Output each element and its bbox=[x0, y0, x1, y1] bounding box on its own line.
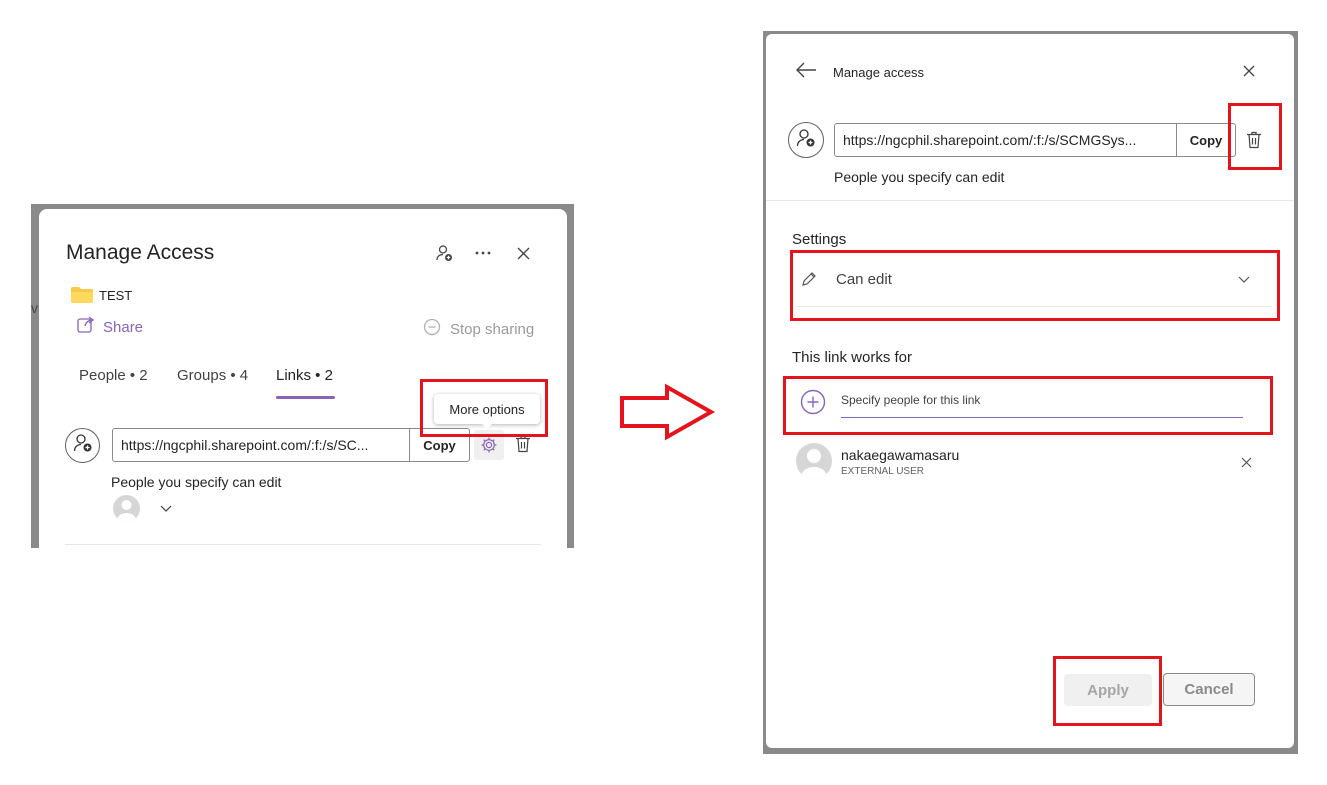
chevron-down-icon[interactable] bbox=[159, 502, 173, 514]
apply-button[interactable]: Apply bbox=[1064, 674, 1152, 706]
tab-groups[interactable]: Groups • 4 bbox=[177, 367, 248, 384]
specify-input-underline bbox=[841, 417, 1243, 418]
specify-people-input[interactable]: Specify people for this link bbox=[841, 393, 980, 407]
remove-user-close-icon[interactable] bbox=[1238, 454, 1254, 470]
user-name: nakaegawamasaru bbox=[841, 447, 960, 463]
link-works-for-heading: This link works for bbox=[792, 349, 913, 366]
more-options-tooltip: More options bbox=[434, 394, 540, 424]
back-arrow-icon[interactable] bbox=[794, 60, 818, 80]
add-circle-icon[interactable] bbox=[800, 389, 826, 415]
user-avatar bbox=[113, 495, 140, 522]
close-icon[interactable] bbox=[1240, 62, 1258, 80]
panel-title: Manage access bbox=[833, 65, 925, 80]
link-url-text: https://ngcphil.sharepoint.com/:f:/s/SCM… bbox=[843, 132, 1137, 148]
link-avatar bbox=[788, 122, 824, 158]
link-url-field[interactable]: https://ngcphil.sharepoint.com/:f:/s/SC.… bbox=[112, 428, 470, 462]
stop-sharing-button[interactable]: Stop sharing bbox=[423, 318, 534, 341]
add-person-icon[interactable] bbox=[433, 242, 455, 264]
active-tab-indicator bbox=[276, 396, 335, 399]
user-role: EXTERNAL USER bbox=[841, 466, 924, 477]
share-label: Share bbox=[103, 318, 144, 336]
minus-circle-icon bbox=[423, 318, 441, 341]
stop-sharing-label: Stop sharing bbox=[450, 321, 535, 338]
dialog-title: Manage Access bbox=[66, 241, 215, 264]
settings-divider bbox=[796, 306, 1272, 307]
chevron-down-icon bbox=[1238, 270, 1250, 288]
delete-link-trash-icon[interactable] bbox=[1244, 129, 1264, 151]
copy-button[interactable]: Copy bbox=[409, 429, 469, 461]
share-button[interactable]: Share bbox=[77, 316, 143, 338]
right-arrow-icon bbox=[620, 383, 716, 441]
settings-heading: Settings bbox=[792, 231, 847, 248]
copy-button[interactable]: Copy bbox=[1176, 124, 1235, 156]
permission-value: Can edit bbox=[836, 270, 892, 288]
link-url-field[interactable]: https://ngcphil.sharepoint.com/:f:/s/SCM… bbox=[834, 123, 1236, 157]
background-cut-text: v bbox=[31, 300, 38, 316]
header-divider bbox=[766, 200, 1294, 201]
more-icon[interactable] bbox=[472, 242, 494, 264]
link-url-text: https://ngcphil.sharepoint.com/:f:/s/SC.… bbox=[121, 437, 369, 453]
delete-link-trash-icon[interactable] bbox=[513, 433, 533, 455]
person-add-icon bbox=[796, 128, 816, 153]
permission-dropdown[interactable]: Can edit bbox=[796, 262, 1268, 296]
folder-name: TEST bbox=[99, 288, 133, 303]
link-avatar bbox=[65, 428, 100, 463]
person-add-icon bbox=[73, 433, 93, 458]
cancel-button[interactable]: Cancel bbox=[1163, 673, 1255, 706]
tooltip-pointer bbox=[481, 423, 493, 429]
pencil-icon bbox=[796, 271, 822, 287]
user-avatar bbox=[796, 443, 832, 479]
link-settings-gear-icon[interactable] bbox=[474, 430, 504, 460]
link-description: People you specify can edit bbox=[834, 169, 1005, 185]
link-description: People you specify can edit bbox=[111, 474, 282, 490]
share-icon bbox=[77, 316, 95, 338]
folder-icon bbox=[71, 287, 93, 308]
close-icon[interactable] bbox=[512, 242, 534, 264]
tab-people[interactable]: People • 2 bbox=[79, 367, 148, 384]
left-divider bbox=[65, 544, 541, 545]
tab-links[interactable]: Links • 2 bbox=[276, 367, 333, 384]
